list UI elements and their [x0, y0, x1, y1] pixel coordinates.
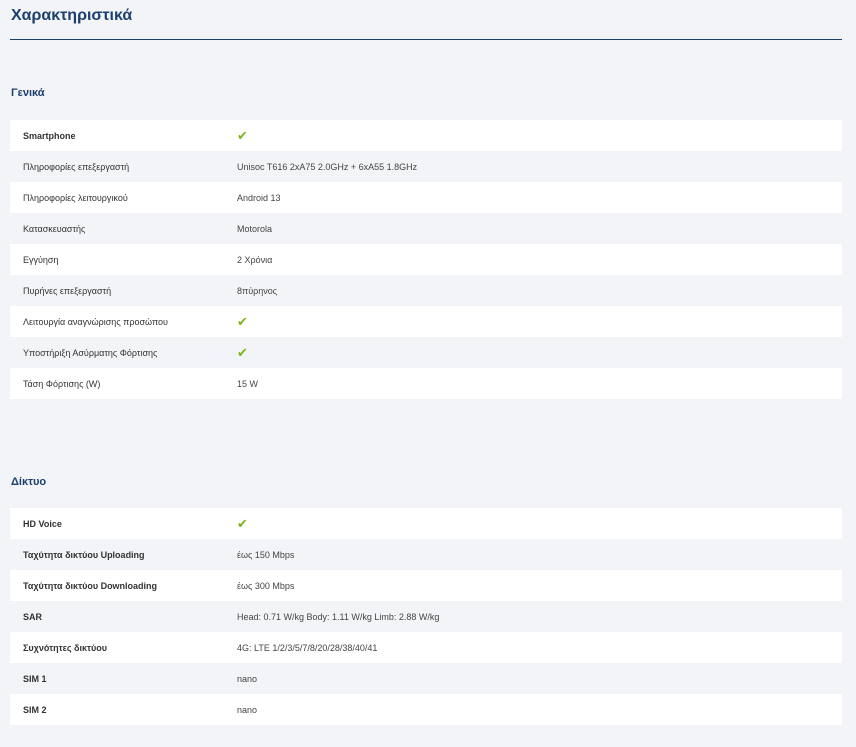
spec-label: Πυρήνες επεξεργαστή [23, 285, 112, 296]
spec-label: Πληροφορίες επεξεργαστή [23, 161, 130, 172]
spec-row: Τάση Φόρτισης (W) 15 W [10, 368, 842, 399]
title-divider [10, 39, 842, 40]
spec-value: 4G: LTE 1/2/3/5/7/8/20/28/38/40/41 [237, 642, 378, 653]
spec-label: HD Voice [23, 518, 62, 529]
section-title-general: Γενικά [11, 87, 45, 99]
spec-value: Motorola [237, 223, 273, 234]
spec-label: Λειτουργία αναγνώρισης προσώπου [23, 316, 168, 327]
page-title: Χαρακτηριστικά [11, 7, 133, 24]
spec-label: Εγγύηση [23, 254, 59, 265]
spec-value: 15 W [237, 378, 259, 389]
spec-value: Unisoc T616 2xA75 2.0GHz + 6xA55 1.8GHz [237, 161, 418, 172]
spec-value: nano [237, 673, 258, 684]
spec-row: Υποστήριξη Ασύρματης Φόρτισης ✔ [10, 337, 842, 368]
spec-label: Υποστήριξη Ασύρματης Φόρτισης [23, 347, 158, 358]
spec-row: Εγγύηση 2 Χρόνια [10, 244, 842, 275]
section-title-network: Δίκτυο [11, 476, 47, 488]
spec-value: έως 150 Mbps [237, 549, 295, 560]
spec-label: Τάση Φόρτισης (W) [23, 378, 101, 389]
spec-value: Head: 0.71 W/kg Body: 1.11 W/kg Limb: 2.… [237, 611, 440, 622]
spec-row: SIM 1 nano [10, 663, 842, 694]
check-icon: ✔ [237, 516, 248, 531]
spec-table-general: Smartphone ✔ Πληροφορίες επεξεργαστή Unisoc… [10, 120, 842, 399]
spec-value: ✔ [237, 315, 248, 328]
spec-label: Smartphone [23, 130, 76, 141]
spec-value: Android 13 [237, 192, 281, 203]
check-icon: ✔ [237, 345, 248, 360]
spec-value: nano [237, 704, 258, 715]
spec-table-network: HD Voice ✔ Ταχύτητα δικτύου Uploading έως 1… [10, 508, 842, 725]
spec-value: ✔ [237, 517, 248, 530]
spec-row: Πληροφορίες επεξεργαστή Unisoc T616 2xA75… [10, 151, 842, 182]
spec-label: Ταχύτητα δικτύου Uploading [23, 549, 145, 560]
check-icon: ✔ [237, 128, 248, 143]
spec-row: Πυρήνες επεξεργαστή 8πύρηνος [10, 275, 842, 306]
spec-label: Πληροφορίες λειτουργικού [23, 192, 128, 203]
spec-label: Ταχύτητα δικτύου Downloading [23, 580, 158, 591]
spec-value: ✔ [237, 129, 248, 142]
spec-row: Ταχύτητα δικτύου Downloading έως 300 Mbps [10, 570, 842, 601]
spec-label: SIM 2 [23, 704, 47, 715]
spec-row: Συχνότητες δικτύου 4G: LTE 1/2/3/5/7/8/20… [10, 632, 842, 663]
spec-row: Πληροφορίες λειτουργικού Android 13 [10, 182, 842, 213]
spec-value: έως 300 Mbps [237, 580, 295, 591]
spec-row: Λειτουργία αναγνώρισης προσώπου ✔ [10, 306, 842, 337]
spec-label: SAR [23, 611, 43, 622]
check-icon: ✔ [237, 314, 248, 329]
spec-row: Smartphone ✔ [10, 120, 842, 151]
spec-row: SAR Head: 0.71 W/kg Body: 1.11 W/kg Limb:… [10, 601, 842, 632]
spec-row: SIM 2 nano [10, 694, 842, 725]
spec-value: 8πύρηνος [237, 285, 278, 296]
spec-label: SIM 1 [23, 673, 47, 684]
spec-row: HD Voice ✔ [10, 508, 842, 539]
spec-value: ✔ [237, 346, 248, 359]
spec-label: Συχνότητες δικτύου [23, 642, 108, 653]
spec-row: Ταχύτητα δικτύου Uploading έως 150 Mbps [10, 539, 842, 570]
spec-label: Κατασκευαστής [23, 223, 86, 234]
spec-value: 2 Χρόνια [237, 254, 273, 265]
spec-row: Κατασκευαστής Motorola [10, 213, 842, 244]
